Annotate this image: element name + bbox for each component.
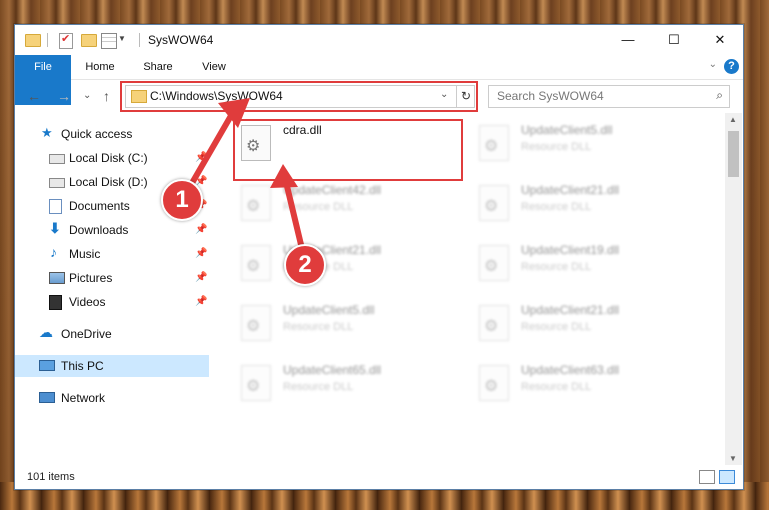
annotation-arrows: [185, 98, 306, 256]
step-1-badge: 1: [161, 179, 203, 221]
step-2-badge: 2: [284, 244, 326, 286]
